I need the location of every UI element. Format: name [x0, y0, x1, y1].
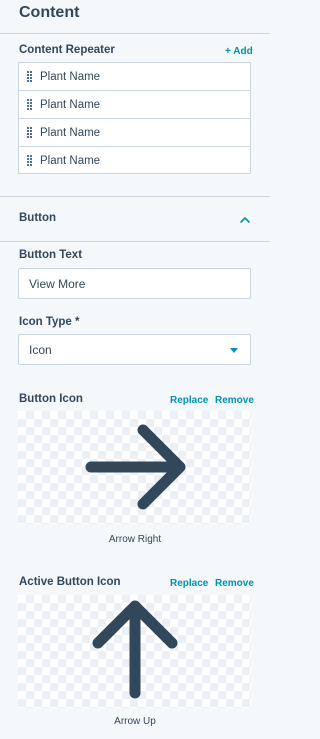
content-repeater-list: Plant Name Plant Name Plant Name Plant N…: [18, 62, 251, 174]
repeater-item-label: Plant Name: [40, 98, 101, 111]
title-divider: [0, 33, 270, 34]
icon-type-label: Icon Type *: [19, 316, 80, 328]
add-item-link[interactable]: + Add: [225, 46, 253, 57]
active-button-icon-label: Active Button Icon: [19, 576, 121, 588]
button-icon-label: Button Icon: [19, 393, 83, 405]
repeater-item[interactable]: Plant Name: [19, 63, 250, 91]
repeater-item[interactable]: Plant Name: [19, 91, 250, 119]
repeater-item-label: Plant Name: [40, 70, 101, 83]
repeater-item[interactable]: Plant Name: [19, 147, 250, 174]
content-repeater-label: Content Repeater: [19, 44, 115, 56]
replace-button-icon-link[interactable]: Replace: [170, 395, 208, 406]
icon-type-select[interactable]: Icon: [18, 334, 251, 365]
section-divider: [0, 241, 270, 242]
remove-active-icon-link[interactable]: Remove: [215, 578, 254, 589]
chevron-up-icon[interactable]: [240, 216, 250, 223]
button-section-title: Button: [19, 212, 57, 224]
remove-button-icon-link[interactable]: Remove: [215, 395, 254, 406]
active-button-icon-preview[interactable]: [18, 595, 251, 708]
button-icon-caption: Arrow Right: [108, 534, 162, 545]
drag-handle-icon[interactable]: [27, 155, 32, 166]
button-text-label: Button Text: [19, 249, 83, 261]
repeater-item-label: Plant Name: [40, 154, 101, 167]
drag-handle-icon[interactable]: [27, 127, 32, 138]
button-icon-preview[interactable]: [18, 411, 251, 524]
replace-active-icon-link[interactable]: Replace: [170, 578, 208, 589]
icon-type-value: Icon: [29, 342, 52, 357]
arrow-up-icon: [92, 600, 178, 699]
repeater-item-label: Plant Name: [40, 126, 101, 139]
repeater-item[interactable]: Plant Name: [19, 119, 250, 147]
arrow-right-icon: [85, 424, 186, 510]
drag-handle-icon[interactable]: [27, 99, 32, 110]
active-button-icon-caption: Arrow Up: [114, 716, 156, 727]
panel-title: Content: [19, 4, 80, 21]
caret-down-icon: [230, 348, 238, 353]
button-text-input[interactable]: View More: [18, 268, 251, 299]
drag-handle-icon[interactable]: [27, 71, 32, 82]
